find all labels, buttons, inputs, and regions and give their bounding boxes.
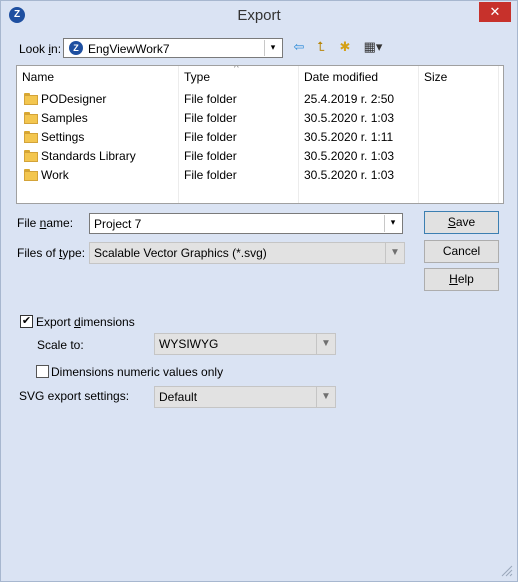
item-type: File folder bbox=[184, 130, 237, 144]
save-button-key: S bbox=[447, 215, 456, 229]
new-folder-icon[interactable]: ✱ bbox=[337, 39, 353, 55]
dropdown-arrow-icon[interactable]: ▼ bbox=[316, 334, 335, 354]
export-dimensions-label-pre: Export bbox=[36, 315, 75, 329]
item-type: File folder bbox=[184, 111, 237, 125]
look-in-label-pre: Look bbox=[19, 42, 49, 56]
file-list[interactable]: Name Type Date modified Size ^ PODesigne… bbox=[16, 65, 504, 204]
list-item[interactable]: Work File folder 30.5.2020 r. 1:03 bbox=[17, 166, 503, 185]
column-header-size[interactable]: Size bbox=[424, 70, 447, 84]
look-in-label: Look in: bbox=[19, 42, 61, 56]
item-type: File folder bbox=[184, 149, 237, 163]
close-button[interactable]: ✕ bbox=[479, 2, 511, 22]
file-name-combo[interactable]: Project 7 ▾ bbox=[89, 213, 403, 234]
file-name-label-pre: File bbox=[17, 216, 40, 230]
item-name: Standards Library bbox=[41, 149, 136, 163]
save-button[interactable]: Save bbox=[424, 211, 499, 234]
help-button-rest: elp bbox=[457, 272, 474, 286]
item-date: 25.4.2019 r. 2:50 bbox=[304, 92, 395, 106]
scale-to-dropdown[interactable]: WYSIWYG ▼ bbox=[154, 333, 336, 355]
folder-icon bbox=[24, 169, 38, 181]
item-name: PODesigner bbox=[41, 92, 107, 106]
title-bar: Z Export ✕ bbox=[1, 1, 517, 31]
help-button-key: H bbox=[449, 272, 458, 286]
engview-folder-icon: Z bbox=[69, 41, 83, 55]
item-date: 30.5.2020 r. 1:11 bbox=[304, 130, 394, 144]
scale-to-value: WYSIWYG bbox=[159, 337, 219, 351]
export-dimensions-checkbox[interactable]: ✔ bbox=[20, 315, 33, 328]
column-header-name[interactable]: Name bbox=[22, 70, 54, 84]
help-button[interactable]: Help bbox=[424, 268, 499, 291]
look-in-combo[interactable]: Z EngViewWork7 ▾ bbox=[63, 38, 283, 58]
save-button-rest: ave bbox=[455, 215, 476, 229]
numeric-only-checkbox[interactable] bbox=[36, 365, 49, 378]
view-menu-icon[interactable]: ▦▾ bbox=[360, 39, 386, 55]
folder-icon bbox=[24, 93, 38, 105]
svg-settings-label: SVG export settings: bbox=[19, 389, 130, 403]
files-of-type-value: Scalable Vector Graphics (*.svg) bbox=[94, 246, 267, 260]
list-item[interactable]: PODesigner File folder 25.4.2019 r. 2:50 bbox=[17, 90, 503, 109]
folder-icon bbox=[24, 131, 38, 143]
item-name: Samples bbox=[41, 111, 88, 125]
up-folder-icon[interactable]: ⮤ bbox=[313, 39, 329, 55]
file-name-label-post: ame: bbox=[46, 216, 74, 230]
item-date: 30.5.2020 r. 1:03 bbox=[304, 168, 395, 182]
files-of-type-label-pre: Files of bbox=[17, 246, 60, 260]
column-header-type[interactable]: Type bbox=[184, 70, 210, 84]
list-item[interactable]: Standards Library File folder 30.5.2020 … bbox=[17, 147, 503, 166]
sort-indicator-icon: ^ bbox=[234, 65, 239, 74]
scale-to-label: Scale to: bbox=[37, 338, 84, 352]
item-date: 30.5.2020 r. 1:03 bbox=[304, 111, 395, 125]
svg-settings-value: Default bbox=[159, 390, 198, 404]
files-of-type-label: Files of type: bbox=[17, 246, 85, 260]
dialog-title: Export bbox=[237, 7, 281, 24]
file-name-value: Project 7 bbox=[94, 217, 142, 231]
export-dialog: Z Export ✕ Look in: Z EngViewWork7 ▾ ⇦ ⮤… bbox=[0, 0, 518, 582]
item-name: Work bbox=[41, 168, 69, 182]
export-dimensions-label: Export dimensions bbox=[36, 315, 135, 329]
export-dimensions-label-post: imensions bbox=[80, 315, 135, 329]
file-name-label: File name: bbox=[17, 216, 73, 230]
folder-icon bbox=[24, 112, 38, 124]
export-dimensions-label-key: d bbox=[74, 315, 81, 329]
dropdown-arrow-icon[interactable]: ▼ bbox=[316, 387, 335, 407]
list-item[interactable]: Samples File folder 30.5.2020 r. 1:03 bbox=[17, 109, 503, 128]
resize-grip-icon[interactable] bbox=[499, 563, 513, 577]
column-header-date[interactable]: Date modified bbox=[304, 70, 378, 84]
cancel-button[interactable]: Cancel bbox=[424, 240, 499, 263]
chevron-down-icon[interactable]: ▾ bbox=[384, 215, 401, 232]
dropdown-arrow-icon[interactable]: ▼ bbox=[385, 243, 404, 263]
files-of-type-dropdown[interactable]: Scalable Vector Graphics (*.svg) ▼ bbox=[89, 242, 405, 264]
item-name: Settings bbox=[41, 130, 85, 144]
item-type: File folder bbox=[184, 168, 237, 182]
files-of-type-label-post: ype: bbox=[62, 246, 86, 260]
list-item[interactable]: Settings File folder 30.5.2020 r. 1:11 bbox=[17, 128, 503, 147]
numeric-only-label: Dimensions numeric values only bbox=[51, 365, 224, 379]
folder-icon bbox=[24, 150, 38, 162]
svg-settings-dropdown[interactable]: Default ▼ bbox=[154, 386, 336, 408]
item-date: 30.5.2020 r. 1:03 bbox=[304, 149, 395, 163]
look-in-value: EngViewWork7 bbox=[88, 42, 170, 56]
look-in-label-post: n: bbox=[51, 42, 62, 56]
chevron-down-icon[interactable]: ▾ bbox=[264, 40, 281, 56]
back-arrow-icon[interactable]: ⇦ bbox=[291, 39, 307, 55]
item-type: File folder bbox=[184, 92, 237, 106]
